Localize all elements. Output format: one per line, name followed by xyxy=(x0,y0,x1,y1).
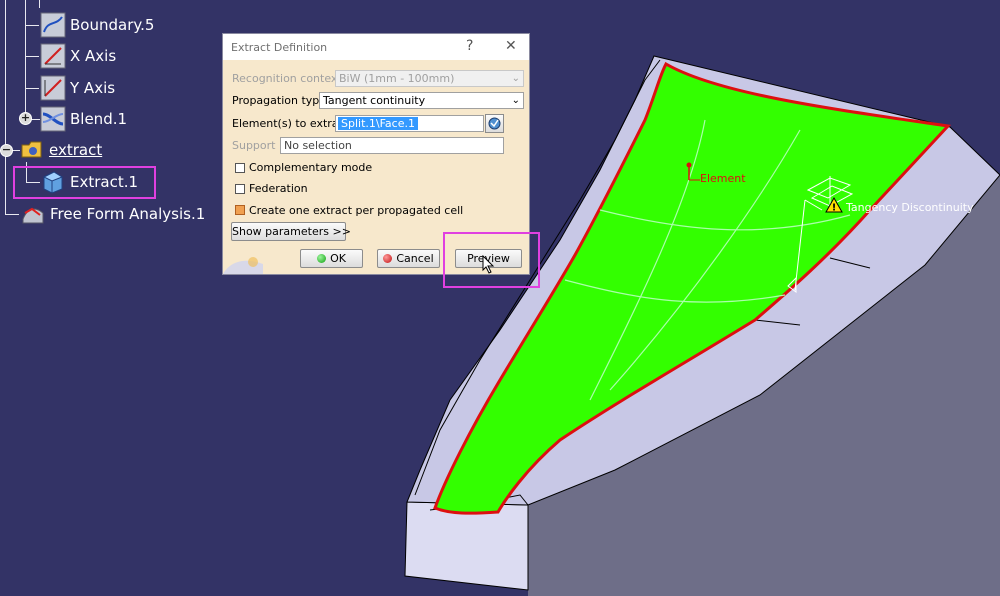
tree-item-label: extract xyxy=(49,141,103,159)
cancel-icon xyxy=(383,254,393,263)
per-cell-label: Create one extract per propagated cell xyxy=(249,204,464,217)
dialog-titlebar[interactable]: Extract Definition ? ✕ xyxy=(223,34,529,60)
boundary-icon xyxy=(40,12,66,38)
tree-connector xyxy=(25,25,39,26)
chevron-down-icon: ⌄ xyxy=(511,95,520,106)
multi-selection-icon xyxy=(488,117,501,130)
tree-connector xyxy=(25,56,39,57)
recognition-context-select: BiW (1mm - 100mm) ⌄ xyxy=(335,70,524,87)
elements-to-extract-label: Element(s) to extract xyxy=(232,117,349,130)
support-value: No selection xyxy=(284,139,352,152)
catia-logo xyxy=(223,257,263,274)
ok-label: OK xyxy=(330,252,346,265)
tree-connector xyxy=(5,0,6,215)
federation-checkbox[interactable] xyxy=(235,184,245,194)
tree-connector xyxy=(25,0,26,120)
ok-button[interactable]: OK xyxy=(300,249,363,268)
tree-item-free-form-analysis-1[interactable]: Free Form Analysis.1 xyxy=(20,201,205,227)
propagation-type-value: Tangent continuity xyxy=(323,94,426,107)
tree-item-label: Boundary.5 xyxy=(70,16,155,34)
recognition-context-label: Recognition context: xyxy=(232,72,346,85)
expand-button[interactable]: + xyxy=(19,112,32,125)
highlight-box-extract-1 xyxy=(13,166,156,199)
mouse-cursor-icon xyxy=(482,255,495,274)
tree-item-label: Y Axis xyxy=(70,79,116,97)
per-cell-checkbox[interactable] xyxy=(235,205,245,215)
cancel-label: Cancel xyxy=(396,252,434,265)
tree-item-label: X Axis xyxy=(70,47,117,65)
complementary-mode-label: Complementary mode xyxy=(249,161,373,174)
support-label: Support : xyxy=(232,139,283,152)
geometrical-set-icon xyxy=(19,137,45,163)
tangency-discontinuity-annotation: Tangency Discontinuity xyxy=(846,201,974,214)
chevron-down-icon: ⌄ xyxy=(511,73,520,84)
element-marker-dot xyxy=(686,162,692,168)
tree-item-blend-1[interactable]: Blend.1 xyxy=(40,106,127,132)
propagation-type-label: Propagation type: xyxy=(232,94,330,107)
tree-item-extract-set[interactable]: extract xyxy=(19,137,102,163)
help-button[interactable]: ? xyxy=(466,38,473,54)
tree-connector xyxy=(5,214,19,215)
ok-icon xyxy=(317,254,327,263)
show-parameters-button[interactable]: Show parameters >> xyxy=(231,222,351,241)
complementary-mode-checkbox[interactable] xyxy=(235,163,245,173)
close-button[interactable]: ✕ xyxy=(505,38,517,54)
propagation-type-select[interactable]: Tangent continuity ⌄ xyxy=(319,92,524,109)
tree-item-y-axis[interactable]: Y Axis xyxy=(40,75,115,101)
elements-to-extract-value: Split.1\Face.1 xyxy=(338,117,418,130)
tree-connector xyxy=(25,88,39,89)
tree-connector xyxy=(39,0,40,8)
tree-item-x-axis[interactable]: X Axis xyxy=(40,43,116,69)
dialog-title: Extract Definition xyxy=(231,41,328,54)
svg-text:!: ! xyxy=(832,203,837,214)
element-annotation: Element xyxy=(700,172,746,185)
blend-icon xyxy=(40,106,66,132)
recognition-context-value: BiW (1mm - 100mm) xyxy=(339,72,455,85)
elements-to-extract-field[interactable]: Split.1\Face.1 xyxy=(335,115,484,132)
tree-item-boundary-5[interactable]: Boundary.5 xyxy=(40,12,154,38)
federation-label: Federation xyxy=(249,182,308,195)
block-front-face[interactable] xyxy=(404,501,529,591)
cancel-button[interactable]: Cancel xyxy=(377,249,440,268)
selection-list-button[interactable] xyxy=(485,114,504,133)
tree-item-label: Free Form Analysis.1 xyxy=(50,205,206,223)
analysis-icon xyxy=(20,201,46,227)
collapse-button[interactable]: − xyxy=(0,144,13,157)
axis-icon xyxy=(40,43,66,69)
tree-item-label: Blend.1 xyxy=(70,110,128,128)
support-field[interactable]: No selection xyxy=(280,137,504,154)
axis-icon xyxy=(40,75,66,101)
